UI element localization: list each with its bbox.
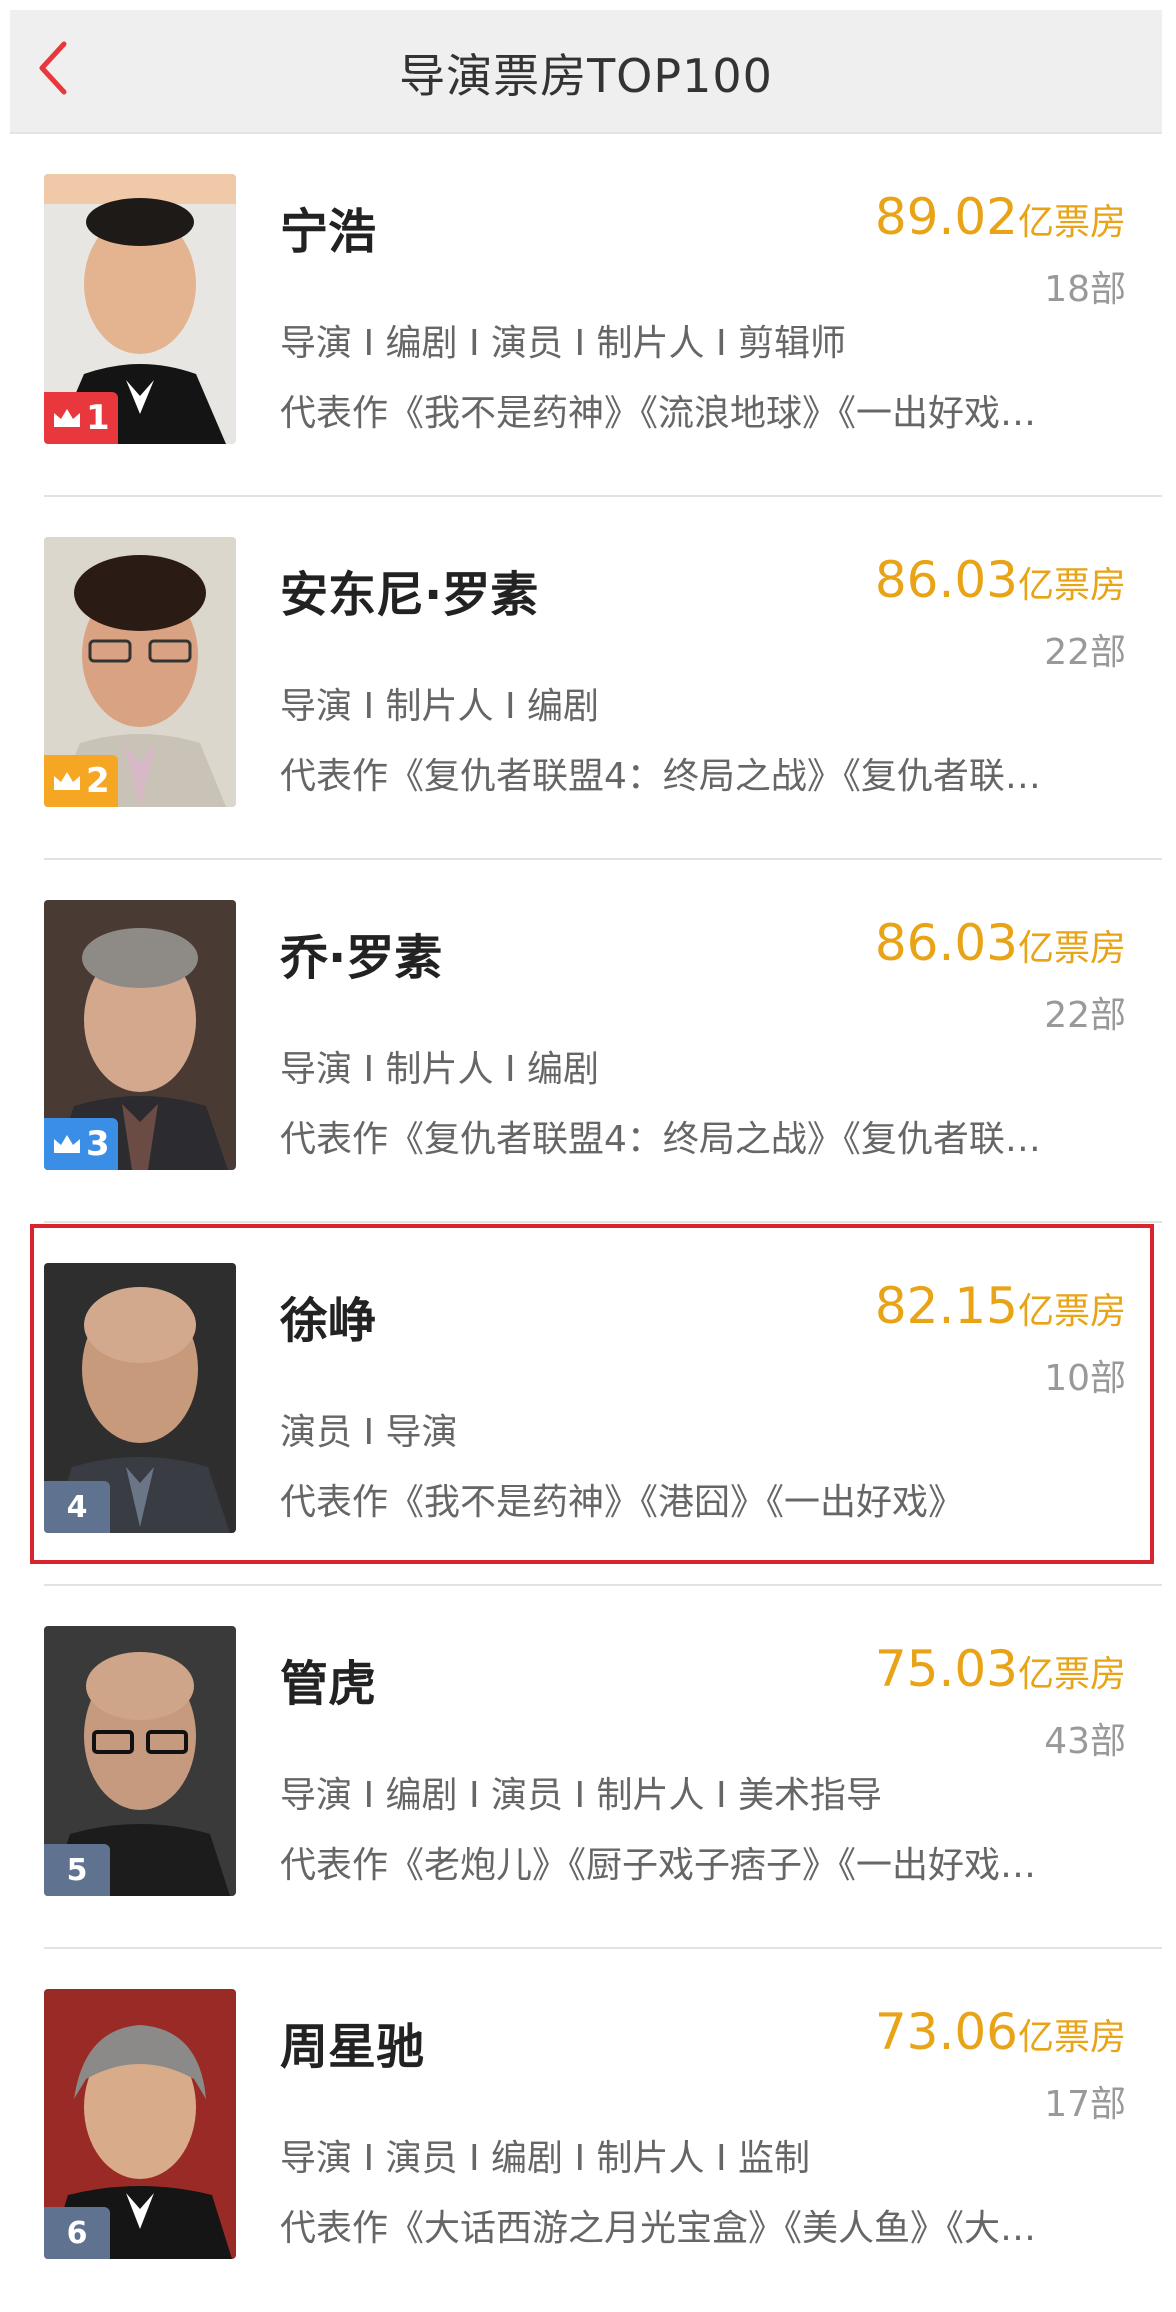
- rank-badge: 1: [44, 392, 118, 444]
- rank-badge: 4: [44, 1481, 110, 1533]
- representative-works: 代表作《复仇者联盟4：终局之战》《复仇者联…: [280, 1119, 1041, 1160]
- boxoffice-value: 73.06: [874, 2003, 1018, 2061]
- boxoffice-value: 89.02: [874, 188, 1018, 246]
- avatar: 2: [44, 537, 236, 807]
- boxoffice-unit: 亿票房: [1017, 1654, 1126, 1695]
- top-bar: 导演票房TOP100: [10, 10, 1162, 134]
- boxoffice-unit: 亿票房: [1017, 565, 1126, 606]
- representative-works: 代表作《老炮儿》《厨子戏子痞子》《一出好戏…: [280, 1845, 1037, 1886]
- boxoffice-value: 82.15: [874, 1277, 1018, 1335]
- rank-number: 5: [66, 1852, 88, 1888]
- boxoffice-value: 86.03: [874, 551, 1018, 609]
- director-name: 徐峥: [280, 1293, 377, 1349]
- roles: 导演 I 制片人 I 编剧: [280, 686, 600, 727]
- rank-number: 4: [66, 1489, 88, 1525]
- boxoffice: 89.02亿票房: [875, 188, 1126, 246]
- list-item[interactable]: 2 安东尼·罗素 86.03亿票房 22部 导演 I 制片人 I 编剧 代表作《…: [0, 497, 1176, 860]
- film-count: 17部: [1044, 2084, 1126, 2125]
- list-item[interactable]: 1 宁浩 89.02亿票房 18部 导演 I 编剧 I 演员 I 制片人 I 剪…: [0, 134, 1176, 497]
- director-name: 周星驰: [280, 2019, 425, 2075]
- boxoffice-unit: 亿票房: [1017, 2017, 1126, 2058]
- list-item[interactable]: 6 周星驰 73.06亿票房 17部 导演 I 演员 I 编剧 I 制片人 I …: [0, 1949, 1176, 2312]
- rank-number: 2: [86, 761, 110, 801]
- roles: 导演 I 演员 I 编剧 I 制片人 I 监制: [280, 2138, 811, 2179]
- avatar: 4: [44, 1263, 236, 1533]
- film-count: 18部: [1044, 269, 1126, 310]
- boxoffice: 86.03亿票房: [875, 914, 1126, 972]
- rank-number: 6: [66, 2215, 88, 2251]
- representative-works: 代表作《大话西游之月光宝盒》《美人鱼》《大…: [280, 2208, 1037, 2249]
- boxoffice-unit: 亿票房: [1017, 1291, 1126, 1332]
- boxoffice-value: 75.03: [874, 1640, 1018, 1698]
- avatar: 3: [44, 900, 236, 1170]
- list-item[interactable]: 4 徐峥 82.15亿票房 10部 演员 I 导演 代表作《我不是药神》《港囧》…: [0, 1223, 1176, 1586]
- crown-icon: [54, 772, 80, 790]
- page-title: 导演票房TOP100: [399, 49, 773, 103]
- crown-icon: [54, 1135, 80, 1153]
- director-name: 宁浩: [280, 204, 377, 260]
- film-count: 10部: [1044, 1358, 1126, 1399]
- director-list: 1 宁浩 89.02亿票房 18部 导演 I 编剧 I 演员 I 制片人 I 剪…: [0, 134, 1176, 2312]
- boxoffice: 82.15亿票房: [875, 1277, 1126, 1335]
- boxoffice: 73.06亿票房: [875, 2003, 1126, 2061]
- rank-badge: 2: [44, 755, 118, 807]
- director-name: 乔·罗素: [280, 930, 443, 986]
- avatar: 6: [44, 1989, 236, 2259]
- rank-badge: 5: [44, 1844, 110, 1896]
- rank-badge: 3: [44, 1118, 118, 1170]
- representative-works: 代表作《我不是药神》《流浪地球》《一出好戏…: [280, 393, 1037, 434]
- roles: 导演 I 编剧 I 演员 I 制片人 I 剪辑师: [280, 323, 847, 364]
- rank-badge: 6: [44, 2207, 110, 2259]
- roles: 导演 I 编剧 I 演员 I 制片人 I 美术指导: [280, 1775, 883, 1816]
- boxoffice-unit: 亿票房: [1017, 202, 1126, 243]
- roles: 演员 I 导演: [280, 1412, 458, 1453]
- avatar: 5: [44, 1626, 236, 1896]
- film-count: 43部: [1044, 1721, 1126, 1762]
- boxoffice: 86.03亿票房: [875, 551, 1126, 609]
- representative-works: 代表作《我不是药神》《港囧》《一出好戏》: [280, 1482, 965, 1523]
- list-item[interactable]: 3 乔·罗素 86.03亿票房 22部 导演 I 制片人 I 编剧 代表作《复仇…: [0, 860, 1176, 1223]
- director-name: 安东尼·罗素: [280, 567, 539, 623]
- crown-icon: [54, 409, 80, 427]
- avatar: 1: [44, 174, 236, 444]
- boxoffice: 75.03亿票房: [875, 1640, 1126, 1698]
- boxoffice-unit: 亿票房: [1017, 928, 1126, 969]
- film-count: 22部: [1044, 995, 1126, 1036]
- film-count: 22部: [1044, 632, 1126, 673]
- boxoffice-value: 86.03: [874, 914, 1018, 972]
- director-name: 管虎: [280, 1656, 377, 1712]
- roles: 导演 I 制片人 I 编剧: [280, 1049, 600, 1090]
- representative-works: 代表作《复仇者联盟4：终局之战》《复仇者联…: [280, 756, 1041, 797]
- list-item[interactable]: 5 管虎 75.03亿票房 43部 导演 I 编剧 I 演员 I 制片人 I 美…: [0, 1586, 1176, 1949]
- rank-number: 3: [86, 1124, 110, 1164]
- rank-number: 1: [86, 398, 110, 438]
